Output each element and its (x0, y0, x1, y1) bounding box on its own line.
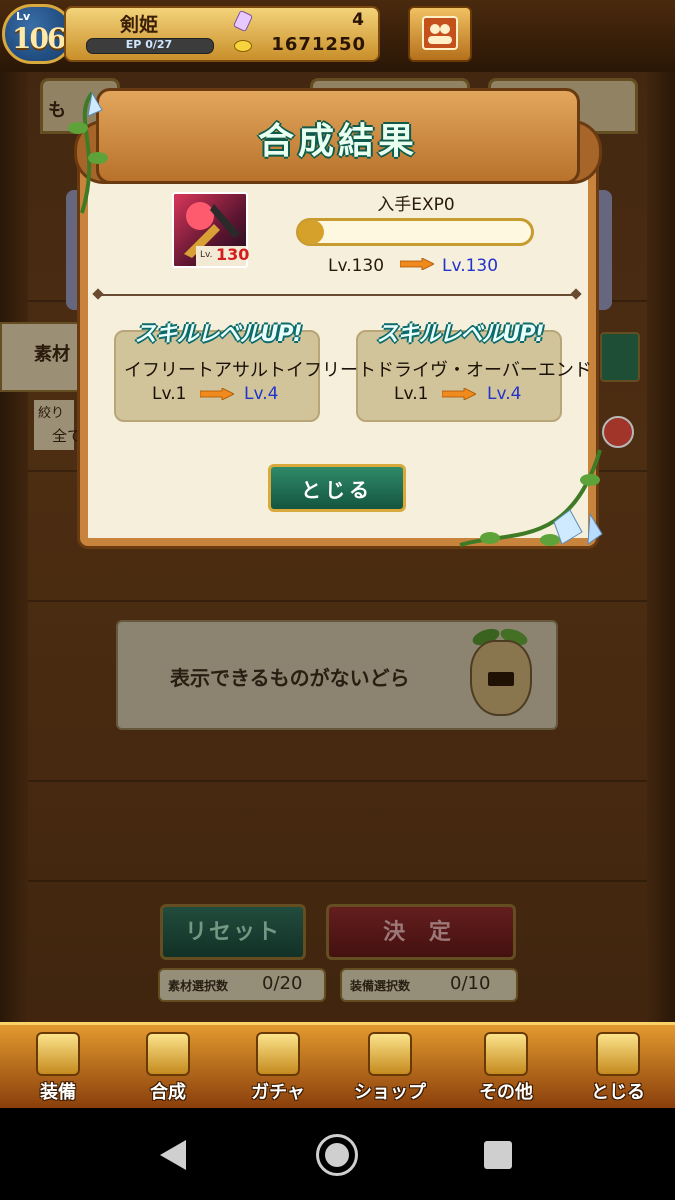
recent-apps-icon[interactable] (484, 1141, 512, 1169)
friends-icon-glyph (428, 24, 452, 44)
player-name: 剣姫 (120, 14, 159, 36)
exp-gained-label: 入手EXP0 (377, 195, 455, 215)
friends-icon (422, 16, 458, 50)
vine-decoration-top-left (68, 91, 108, 214)
skill-name: イフリートドライヴ・オーバーエンド (286, 360, 592, 381)
skill-level-before: Lv.1 (152, 384, 187, 404)
nav-item-equipment[interactable]: 装備 (6, 1028, 110, 1104)
close-modal-label: とじる (301, 478, 373, 502)
vine-decoration-bottom-right (459, 449, 603, 547)
nav-item-other[interactable]: その他 (454, 1028, 558, 1104)
level-after: Lv.130 (442, 256, 499, 276)
level-before: Lv.130 (328, 256, 385, 276)
nav-label: ガチャ (251, 1082, 305, 1103)
arrow-right-icon (200, 388, 234, 400)
close-nav-icon (596, 1032, 640, 1076)
shop-crystal-icon (368, 1032, 412, 1076)
exp-bar-fill (298, 220, 324, 244)
arrow-right-icon (400, 258, 434, 270)
nav-label: ショップ (354, 1082, 426, 1103)
skill-level-up-badge: スキルレベルUP! (134, 322, 302, 347)
exp-progress-bar (296, 218, 534, 246)
gacha-icon (256, 1032, 300, 1076)
modal-title: 合成結果 (257, 121, 418, 162)
skill-level-after: Lv.4 (487, 384, 522, 404)
nav-item-shop[interactable]: ショップ (338, 1028, 442, 1104)
nav-item-synthesis[interactable]: 合成 (116, 1028, 220, 1104)
nav-label: その他 (479, 1082, 533, 1103)
gear-icon (484, 1032, 528, 1076)
ep-text: EP 0/27 (125, 38, 173, 51)
skill-level-before: Lv.1 (394, 384, 429, 404)
back-icon[interactable] (160, 1140, 186, 1170)
equipment-icon (36, 1032, 80, 1076)
nav-item-gacha[interactable]: ガチャ (226, 1028, 330, 1104)
hammer-icon (146, 1032, 190, 1076)
skill-name: イフリートアサルト (124, 360, 286, 381)
nav-label: 装備 (40, 1082, 76, 1103)
player-level: 106 (12, 22, 66, 55)
modal-divider (96, 294, 580, 296)
arrow-right-icon (442, 388, 476, 400)
coin-icon (234, 40, 252, 52)
home-icon-inner (325, 1143, 349, 1167)
nav-label: 合成 (150, 1082, 186, 1103)
gem-count: 4 (352, 10, 364, 30)
coin-count: 1671250 (271, 34, 366, 55)
nav-item-close[interactable]: とじる (566, 1028, 670, 1104)
skill-level-after: Lv.4 (244, 384, 279, 404)
nav-label: とじる (591, 1082, 645, 1103)
character-level-prefix: Lv. (200, 250, 213, 260)
skill-level-up-badge: スキルレベルUP! (376, 322, 544, 347)
character-level: 130 (216, 245, 250, 264)
